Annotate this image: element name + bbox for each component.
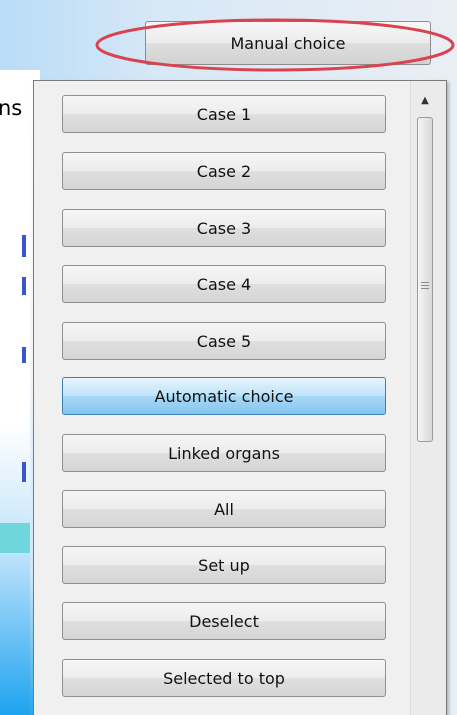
option-all[interactable]: All [62, 490, 386, 528]
option-case-2[interactable]: Case 2 [62, 152, 386, 190]
scroll-grip-icon [421, 282, 429, 289]
option-case-3[interactable]: Case 3 [62, 209, 386, 247]
scroll-thumb[interactable] [417, 117, 433, 442]
option-deselect[interactable]: Deselect [62, 602, 386, 640]
background-link-mark [22, 462, 26, 482]
scroll-up-arrow-icon[interactable]: ▲ [417, 93, 433, 109]
option-set-up[interactable]: Set up [62, 546, 386, 584]
app-background-strip [0, 70, 30, 715]
app-background-right [447, 80, 457, 715]
option-selected-to-top[interactable]: Selected to top [62, 659, 386, 697]
option-case-1[interactable]: Case 1 [62, 95, 386, 133]
choice-dropdown: Case 1 Case 2 Case 3 Case 4 Case 5 Autom… [33, 80, 447, 715]
option-case-5[interactable]: Case 5 [62, 322, 386, 360]
option-automatic-choice[interactable]: Automatic choice [62, 377, 386, 415]
option-case-4[interactable]: Case 4 [62, 265, 386, 303]
dropdown-scrollbar[interactable]: ▲ [410, 81, 446, 715]
app-background-accent [0, 523, 30, 553]
background-link-mark [22, 347, 26, 363]
choice-option-list: Case 1 Case 2 Case 3 Case 4 Case 5 Autom… [34, 81, 410, 715]
background-link-mark [22, 235, 26, 257]
manual-choice-button[interactable]: Manual choice [145, 21, 431, 65]
background-link-mark [22, 277, 26, 295]
option-linked-organs[interactable]: Linked organs [62, 434, 386, 472]
